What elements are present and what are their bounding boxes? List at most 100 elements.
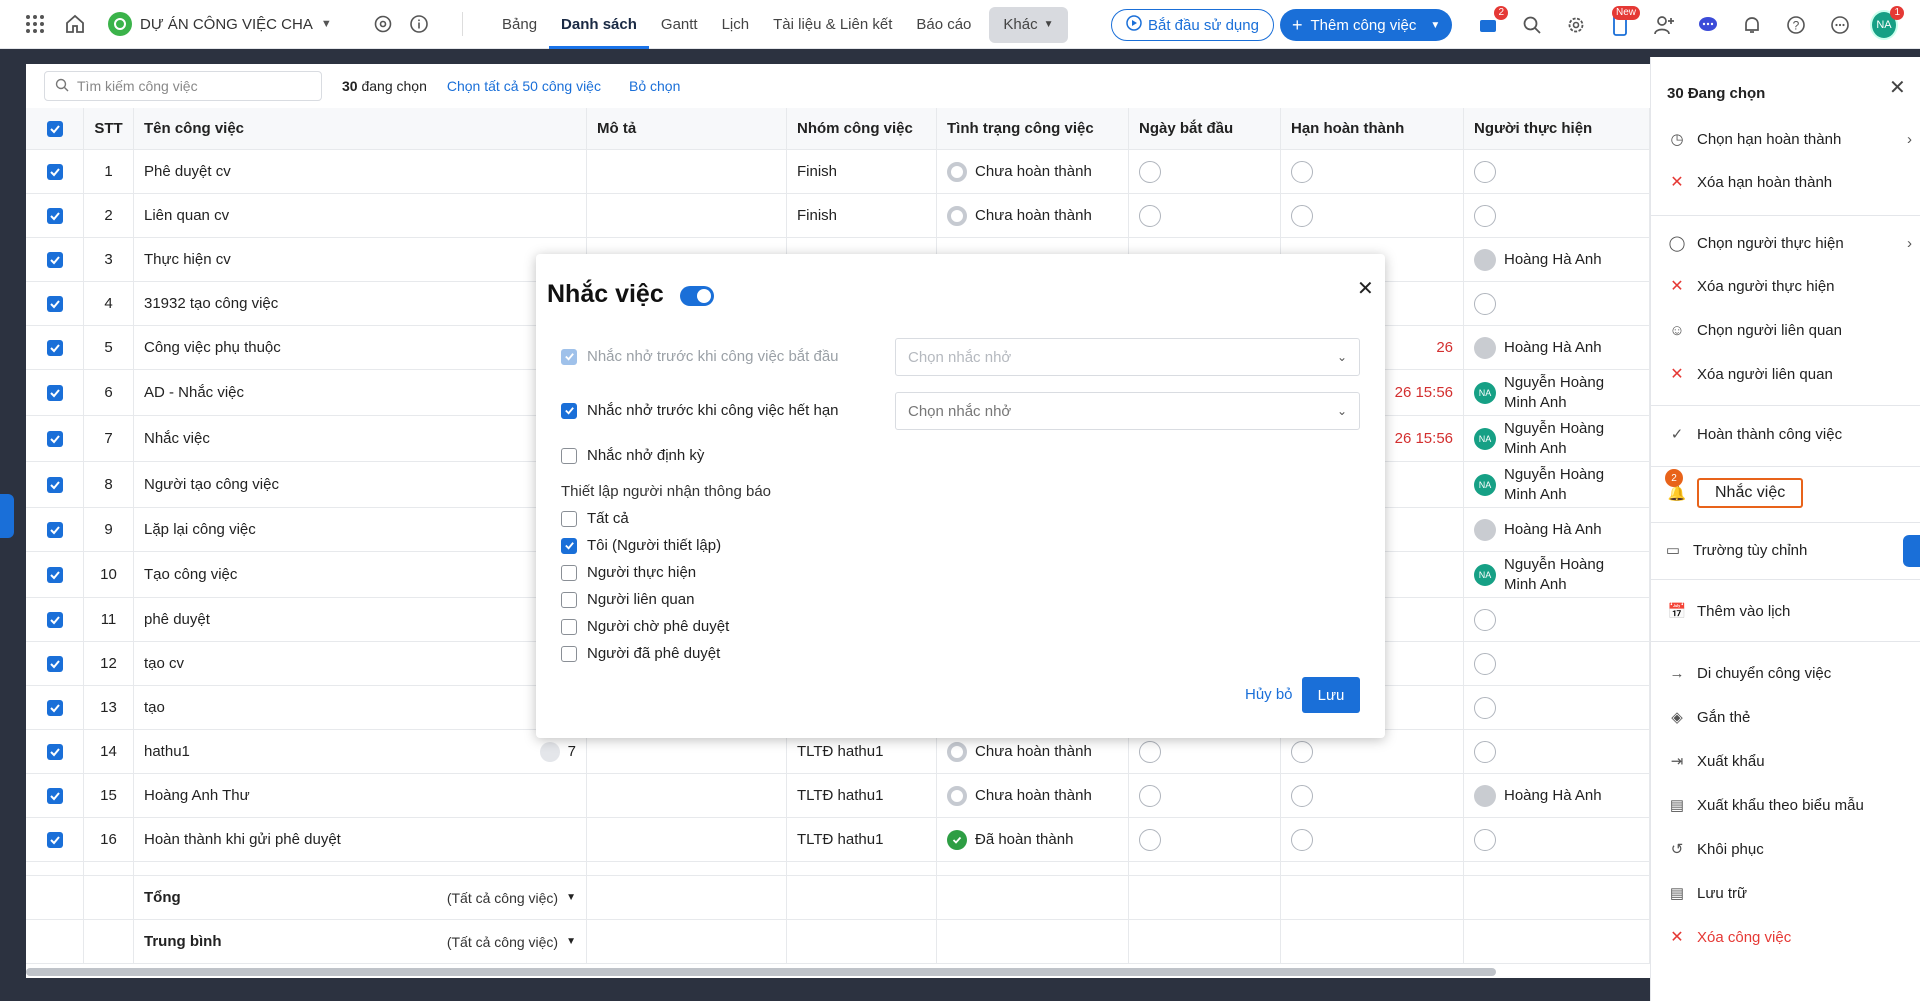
row-checkbox[interactable] (26, 462, 84, 507)
col-due[interactable]: Hạn hoàn thành (1281, 108, 1464, 149)
row-desc[interactable] (587, 774, 787, 817)
row-name[interactable]: Liên quan cv (134, 194, 587, 237)
tab-lich[interactable]: Lịch (710, 0, 762, 49)
col-status[interactable]: Tình trạng công việc (937, 108, 1129, 149)
action-delete[interactable]: ✕ Xóa công việc (1667, 927, 1912, 947)
action-reminder[interactable]: 🔔 Nhắc việc (1667, 478, 1912, 508)
option-periodic[interactable]: Nhắc nhở định kỳ (561, 447, 704, 464)
chevron-down-icon[interactable]: ▼ (1430, 20, 1440, 31)
row-name[interactable]: 31932 tạo công việc (134, 282, 587, 325)
col-name[interactable]: Tên công việc (134, 108, 587, 149)
table-row[interactable]: 15 Hoàng Anh Thư TLTĐ hathu1 Chưa hoàn t… (26, 774, 1650, 818)
row-user[interactable]: NA Nguyễn Hoàng Minh Anh (1464, 552, 1650, 597)
row-start[interactable] (1129, 774, 1281, 817)
row-checkbox[interactable] (26, 818, 84, 861)
row-name[interactable]: phê duyệt (134, 598, 587, 641)
tab-tai-lieu[interactable]: Tài liệu & Liên kết (761, 0, 904, 49)
row-user[interactable]: Hoàng Hà Anh (1464, 326, 1650, 369)
recipient-me[interactable]: Tôi (Người thiết lập) (561, 537, 721, 554)
row-status[interactable]: Chưa hoàn thành (937, 774, 1129, 817)
action-choose-assignee[interactable]: ◯ Chọn người thực hiện › (1667, 233, 1912, 253)
row-checkbox[interactable] (26, 552, 84, 597)
cancel-button[interactable]: Hủy bỏ (1245, 686, 1293, 703)
row-name[interactable]: Hoàng Anh Thư (134, 774, 587, 817)
settings-badge-icon[interactable] (372, 13, 394, 35)
row-group[interactable]: TLTĐ hathu1 (787, 774, 937, 817)
checkbox-periodic[interactable] (561, 447, 577, 464)
select-all-link[interactable]: Chọn tất cả 50 công việc (447, 78, 601, 94)
action-choose-due[interactable]: ◷ Chọn hạn hoàn thành › (1667, 129, 1912, 149)
project-selector[interactable]: DỰ ÁN CÔNG VIỆC CHA ▼ (108, 12, 332, 36)
total-cell[interactable]: Tổng (Tất cả công việc) ▼ (134, 876, 587, 919)
reminder-select-due[interactable]: Chọn nhắc nhở ⌄ (895, 392, 1360, 430)
header-checkbox[interactable] (26, 108, 84, 149)
checkbox[interactable] (561, 510, 577, 527)
row-name[interactable]: Thực hiện cv (134, 238, 587, 281)
checkbox[interactable] (561, 591, 577, 608)
bell-icon[interactable] (1738, 12, 1766, 38)
col-desc[interactable]: Mô tả (587, 108, 787, 149)
row-checkbox[interactable] (26, 194, 84, 237)
row-checkbox[interactable] (26, 238, 84, 281)
row-status[interactable]: Chưa hoàn thành (937, 150, 1129, 193)
col-user[interactable]: Người thực hiện (1464, 108, 1650, 149)
row-user[interactable]: Hoàng Hà Anh (1464, 508, 1650, 551)
home-icon[interactable] (64, 13, 86, 35)
table-row[interactable]: 2 Liên quan cv Finish Chưa hoàn thành (26, 194, 1650, 238)
action-clear-due[interactable]: ✕ Xóa hạn hoàn thành (1667, 172, 1912, 192)
row-user[interactable] (1464, 194, 1650, 237)
row-checkbox[interactable] (26, 150, 84, 193)
apps-grid-icon[interactable] (24, 13, 46, 35)
recipient-assignee[interactable]: Người thực hiện (561, 564, 696, 581)
recipient-pending-approver[interactable]: Người chờ phê duyệt (561, 618, 729, 635)
row-user[interactable]: Hoàng Hà Anh (1464, 238, 1650, 281)
average-cell[interactable]: Trung bình (Tất cả công việc) ▼ (134, 920, 587, 963)
row-checkbox[interactable] (26, 326, 84, 369)
col-start[interactable]: Ngày bắt đầu (1129, 108, 1281, 149)
row-user[interactable] (1464, 818, 1650, 861)
tab-bao-cao[interactable]: Báo cáo (904, 0, 983, 49)
right-collapse-handle[interactable] (1903, 535, 1920, 567)
row-name[interactable]: Phê duyệt cv (134, 150, 587, 193)
row-name[interactable]: hathu1 7 (134, 730, 587, 773)
search-input[interactable]: Tìm kiếm công việc (44, 71, 322, 101)
row-start[interactable] (1129, 818, 1281, 861)
table-row[interactable]: 16 Hoàn thành khi gửi phê duyệt TLTĐ hat… (26, 818, 1650, 862)
recipient-approved[interactable]: Người đã phê duyệt (561, 645, 720, 662)
add-task-button[interactable]: + Thêm công việc ▼ (1280, 9, 1453, 41)
action-tag[interactable]: ◈ Gắn thẻ (1667, 707, 1912, 727)
chat-icon[interactable] (1694, 12, 1722, 38)
deselect-link[interactable]: Bỏ chọn (629, 78, 680, 94)
row-user[interactable]: NA Nguyễn Hoàng Minh Anh (1464, 370, 1650, 415)
row-due[interactable] (1281, 150, 1464, 193)
row-name[interactable]: Lặp lại công việc (134, 508, 587, 551)
tab-gantt[interactable]: Gantt (649, 0, 710, 49)
reminder-select-start[interactable]: Chọn nhắc nhở ⌄ (895, 338, 1360, 376)
row-user[interactable]: NA Nguyễn Hoàng Minh Anh (1464, 462, 1650, 507)
row-name[interactable]: Nhắc việc (134, 416, 587, 461)
row-desc[interactable] (587, 194, 787, 237)
tab-more[interactable]: Khác ▼ (989, 6, 1068, 43)
row-due[interactable] (1281, 194, 1464, 237)
col-stt[interactable]: STT (84, 108, 134, 149)
info-icon[interactable] (408, 13, 430, 35)
row-user[interactable] (1464, 150, 1650, 193)
close-icon[interactable]: ✕ (1357, 276, 1374, 301)
recipient-related[interactable]: Người liên quan (561, 591, 694, 608)
checkbox[interactable] (561, 618, 577, 635)
row-due[interactable] (1281, 774, 1464, 817)
row-user[interactable]: Hoàng Hà Anh (1464, 774, 1650, 817)
action-choose-related[interactable]: ☺ Chọn người liên quan (1667, 320, 1912, 340)
row-name[interactable]: Người tạo công việc (134, 462, 587, 507)
checkbox-before-start[interactable] (561, 348, 577, 365)
row-checkbox[interactable] (26, 642, 84, 685)
row-checkbox[interactable] (26, 416, 84, 461)
action-export-template[interactable]: ▤ Xuất khẩu theo biểu mẫu (1667, 795, 1912, 815)
attachment-icon[interactable] (539, 741, 560, 762)
action-archive[interactable]: ▤ Lưu trữ (1667, 883, 1912, 903)
checkbox-before-due[interactable] (561, 402, 577, 419)
close-icon[interactable]: ✕ (1889, 75, 1906, 100)
cart-icon[interactable]: 2 (1474, 6, 1508, 38)
row-checkbox[interactable] (26, 282, 84, 325)
row-due[interactable] (1281, 818, 1464, 861)
